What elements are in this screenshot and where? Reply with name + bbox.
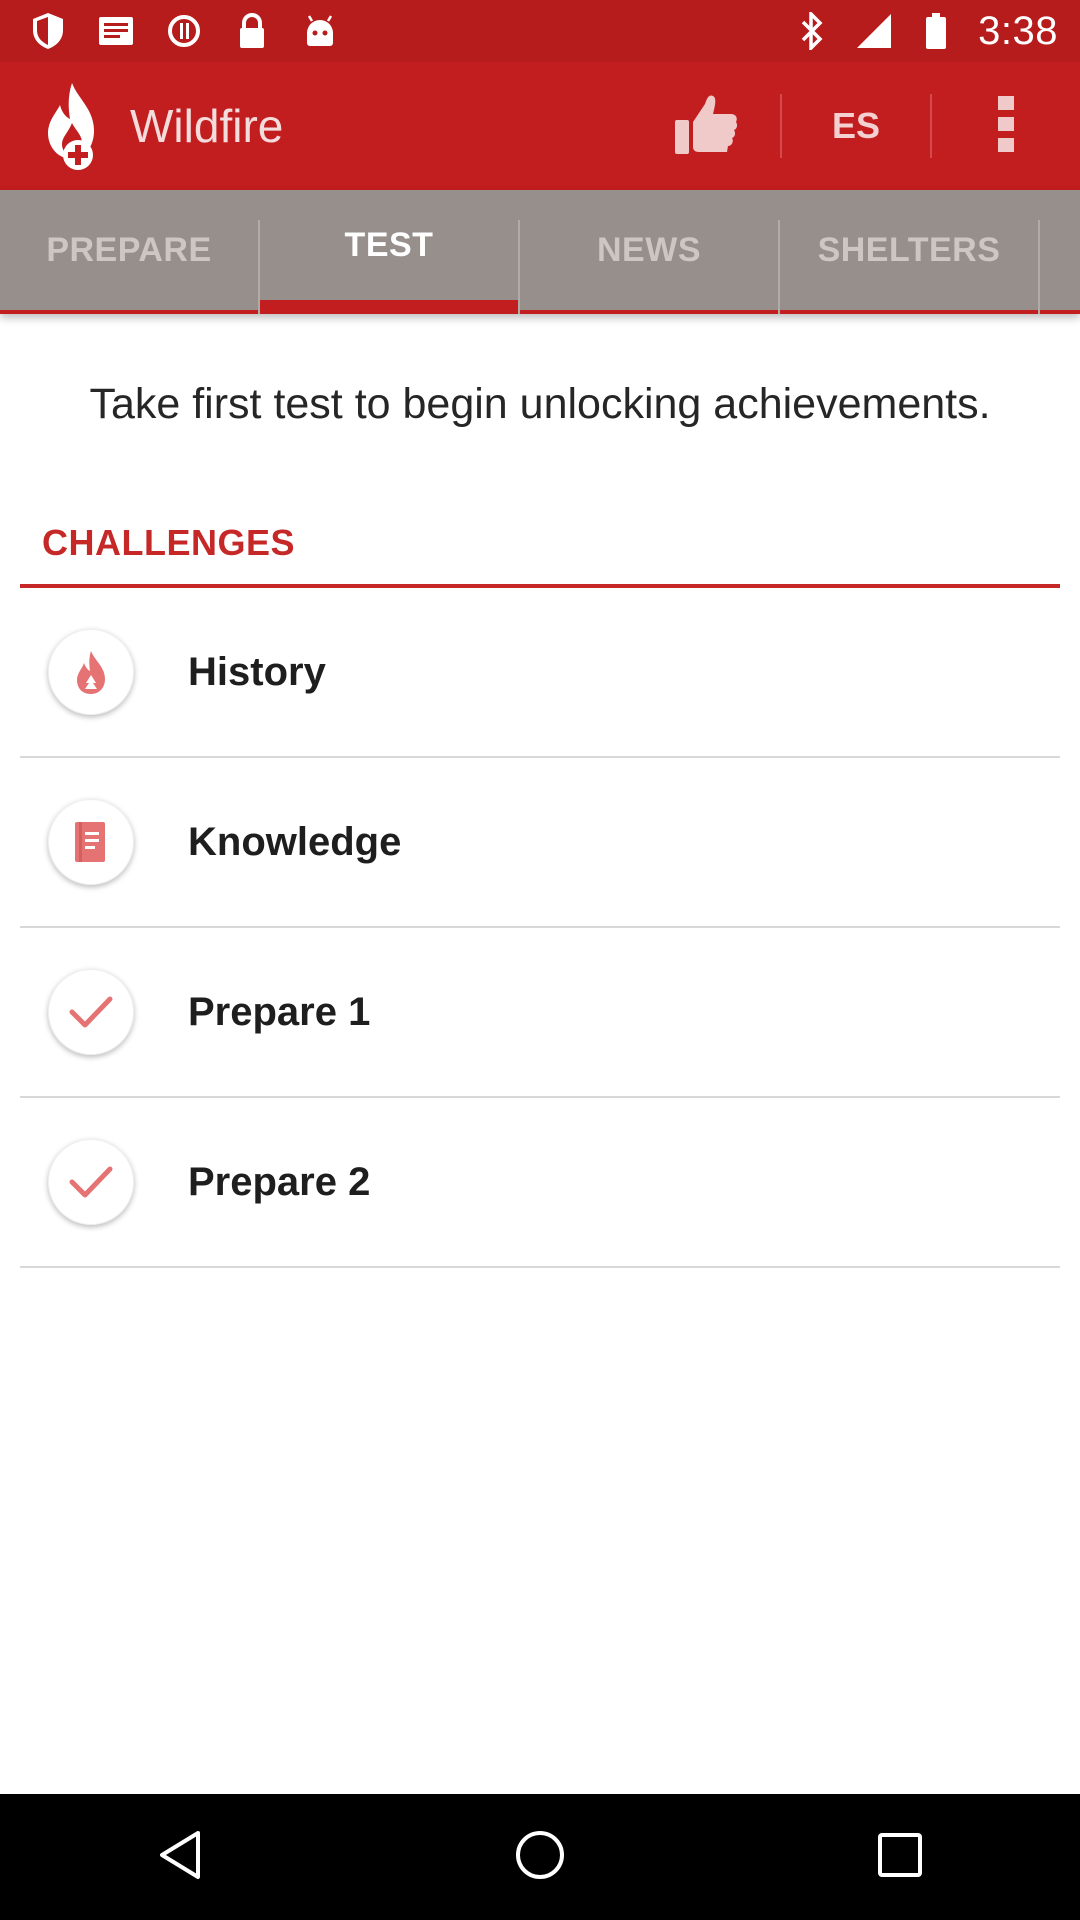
- challenge-knowledge[interactable]: Knowledge: [20, 758, 1060, 928]
- tab-shelters[interactable]: SHELTERS: [780, 190, 1038, 314]
- tab-label: TEST: [344, 225, 434, 264]
- thumbs-up-icon: [673, 92, 739, 161]
- notification-icon: [96, 11, 136, 51]
- challenge-history[interactable]: History: [20, 588, 1060, 758]
- tab-label: NEWS: [597, 230, 701, 269]
- overflow-menu-icon: [996, 94, 1016, 159]
- challenge-prepare-1[interactable]: Prepare 1: [20, 928, 1060, 1098]
- back-button[interactable]: [140, 1817, 220, 1897]
- shield-icon: [28, 11, 68, 51]
- tab-overflow-edge: [1040, 190, 1080, 314]
- tab-bar: PREPARE TEST NEWS SHELTERS: [0, 190, 1080, 314]
- challenges-heading: CHALLENGES: [42, 522, 296, 563]
- sync-icon: [164, 11, 204, 51]
- challenge-label: Knowledge: [188, 819, 402, 864]
- overflow-menu-button[interactable]: [932, 62, 1080, 190]
- app-bar: Wildfire ES: [0, 62, 1080, 190]
- home-icon: [514, 1829, 566, 1886]
- tab-label: SHELTERS: [817, 230, 1001, 269]
- app-title: Wildfire: [130, 100, 284, 152]
- challenges-list: History Knowledge Prepare 1 Prepare 2: [20, 588, 1060, 1268]
- like-button[interactable]: [632, 62, 780, 190]
- challenge-prepare-2[interactable]: Prepare 2: [20, 1098, 1060, 1268]
- wildfire-logo-icon: [38, 81, 112, 171]
- status-time: 3:38: [978, 8, 1058, 53]
- lock-icon: [232, 11, 272, 51]
- challenge-label: History: [188, 649, 326, 694]
- challenge-label: Prepare 1: [188, 989, 371, 1034]
- android-icon: [300, 11, 340, 51]
- language-button[interactable]: ES: [782, 62, 930, 190]
- status-bar: 3:38: [0, 0, 1080, 62]
- tab-label: PREPARE: [46, 230, 212, 269]
- signal-icon: [854, 11, 894, 51]
- navigation-bar: [0, 1794, 1080, 1920]
- recents-button[interactable]: [860, 1817, 940, 1897]
- checkmark-icon: [48, 969, 134, 1055]
- bluetooth-icon: [792, 11, 832, 51]
- tab-test[interactable]: TEST: [260, 190, 518, 314]
- flame-icon: [48, 629, 134, 715]
- tab-prepare[interactable]: PREPARE: [0, 190, 258, 314]
- battery-icon: [916, 11, 956, 51]
- tab-news[interactable]: NEWS: [520, 190, 778, 314]
- home-button[interactable]: [500, 1817, 580, 1897]
- recents-icon: [877, 1832, 923, 1883]
- book-icon: [48, 799, 134, 885]
- challenge-label: Prepare 2: [188, 1159, 371, 1204]
- language-label: ES: [831, 105, 881, 146]
- back-icon: [156, 1829, 204, 1886]
- checkmark-icon: [48, 1139, 134, 1225]
- achievements-notice: Take first test to begin unlocking achie…: [89, 380, 991, 428]
